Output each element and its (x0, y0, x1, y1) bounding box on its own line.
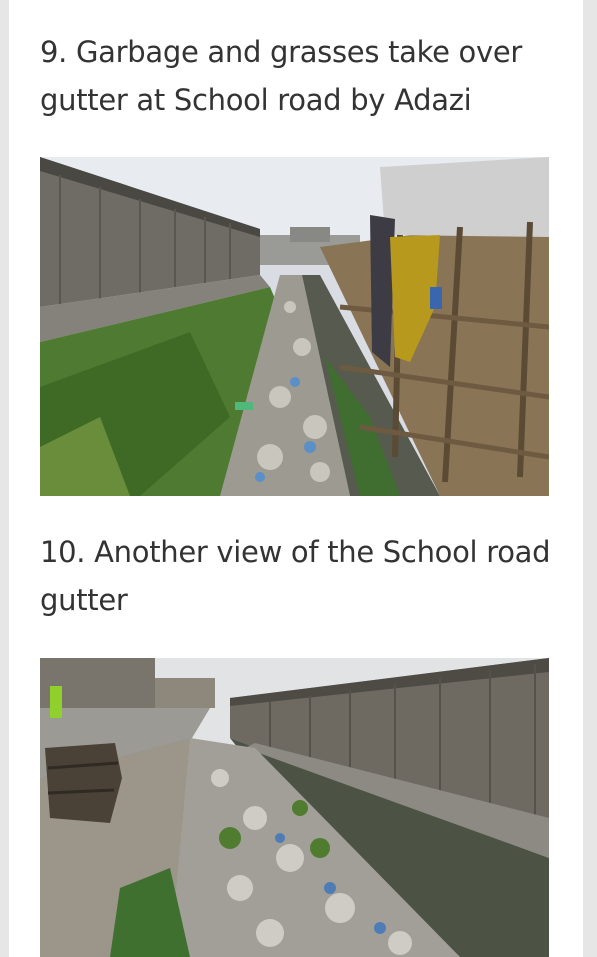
item-9-photo (40, 157, 549, 496)
item-10-photo (40, 658, 549, 957)
item-9-heading: 9. Garbage and grasses take over gutter … (40, 35, 522, 117)
item-10-heading: 10. Another view of the School road gutt… (40, 535, 551, 617)
article-page: 9. Garbage and grasses take over gutter … (9, 0, 583, 957)
